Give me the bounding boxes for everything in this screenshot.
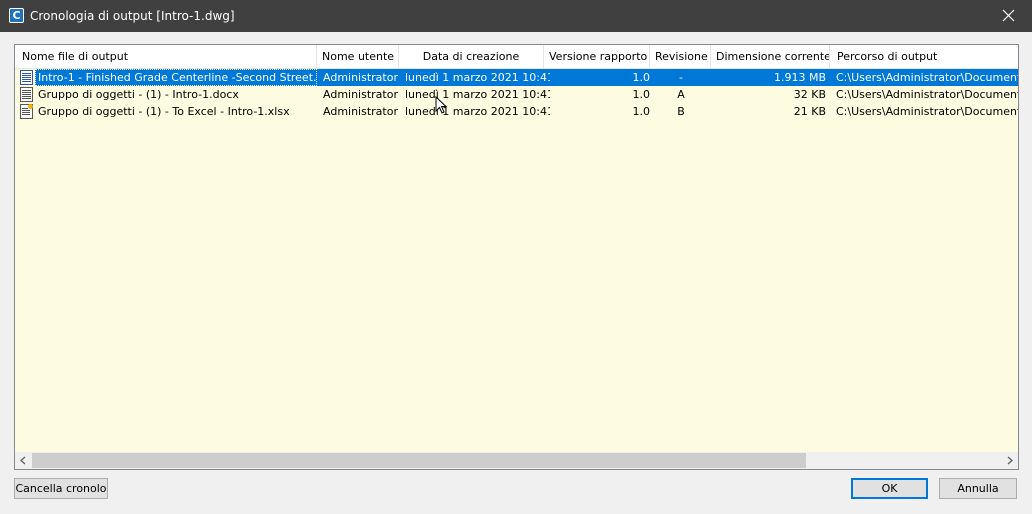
cell-user: Administrator xyxy=(323,88,398,101)
column-header-creation-date[interactable]: Data di creazione xyxy=(399,45,544,68)
mouse-cursor-icon xyxy=(435,96,447,114)
chevron-right-icon xyxy=(1007,456,1013,465)
pdf-document-icon xyxy=(20,70,33,85)
cell-size: 32 KB xyxy=(793,88,826,101)
cell-size: 21 KB xyxy=(793,105,826,118)
cell-revision: A xyxy=(677,88,685,101)
cell-date: lunedì 1 marzo 2021 10:41 xyxy=(405,105,550,118)
cell-path: C:\Users\Administrator\Documents\ xyxy=(836,71,1018,84)
column-header-output-path[interactable]: Percorso di output xyxy=(830,45,1018,68)
cell-user: Administrator xyxy=(323,71,398,84)
clear-history-button[interactable]: Cancella cronolo xyxy=(14,478,108,499)
cell-version: 1.0 xyxy=(632,88,651,101)
column-header-user[interactable]: Nome utente xyxy=(317,45,399,68)
excel-document-icon xyxy=(20,104,33,119)
cell-revision: B xyxy=(677,105,685,118)
scrollbar-thumb[interactable] xyxy=(32,453,806,468)
cancel-button[interactable]: Annulla xyxy=(939,478,1017,499)
scroll-right-button[interactable] xyxy=(1001,452,1018,469)
column-header-revision[interactable]: Revisione xyxy=(650,45,711,68)
cell-file-name: Gruppo di oggetti - (1) - Intro-1.docx xyxy=(38,88,239,101)
column-header-report-version[interactable]: Versione rapporto xyxy=(544,45,650,68)
cell-file-name: Gruppo di oggetti - (1) - To Excel - Int… xyxy=(38,105,290,118)
close-button[interactable] xyxy=(986,0,1032,32)
cell-file-name: Intro-1 - Finished Grade Centerline -Sec… xyxy=(38,71,316,84)
cell-version: 1.0 xyxy=(632,71,651,84)
list-header: Nome file di output Nome utente Data di … xyxy=(15,45,1018,69)
cell-date: lunedì 1 marzo 2021 10:41 xyxy=(405,71,550,84)
table-row[interactable]: Intro-1 - Finished Grade Centerline -Sec… xyxy=(15,69,1018,86)
horizontal-scrollbar[interactable] xyxy=(15,452,1018,469)
app-icon: C xyxy=(9,8,24,23)
close-icon xyxy=(1002,9,1015,22)
cell-size: 1.913 MB xyxy=(773,71,826,84)
cell-date: lunedì 1 marzo 2021 10:41 xyxy=(405,88,550,101)
column-header-file-name[interactable]: Nome file di output xyxy=(15,45,317,68)
ok-button[interactable]: OK xyxy=(851,478,928,499)
scroll-left-button[interactable] xyxy=(15,452,32,469)
cell-path: C:\Users\Administrator\Documents\ xyxy=(836,88,1018,101)
window-title: Cronologia di output [Intro-1.dwg] xyxy=(30,9,235,23)
chevron-left-icon xyxy=(20,456,26,465)
cell-revision: - xyxy=(679,71,683,84)
column-header-current-size[interactable]: Dimensione corrente xyxy=(711,45,830,68)
app-icon-letter: C xyxy=(10,9,23,22)
cell-version: 1.0 xyxy=(632,105,651,118)
output-history-list[interactable]: Nome file di output Nome utente Data di … xyxy=(14,44,1019,470)
word-document-icon xyxy=(20,87,33,102)
table-row[interactable]: Gruppo di oggetti - (1) - Intro-1.docx A… xyxy=(15,86,1018,103)
cell-path: C:\Users\Administrator\Documents\ xyxy=(836,105,1018,118)
title-bar: C Cronologia di output [Intro-1.dwg] xyxy=(0,0,1032,32)
cell-user: Administrator xyxy=(323,105,398,118)
table-row[interactable]: Gruppo di oggetti - (1) - To Excel - Int… xyxy=(15,103,1018,120)
